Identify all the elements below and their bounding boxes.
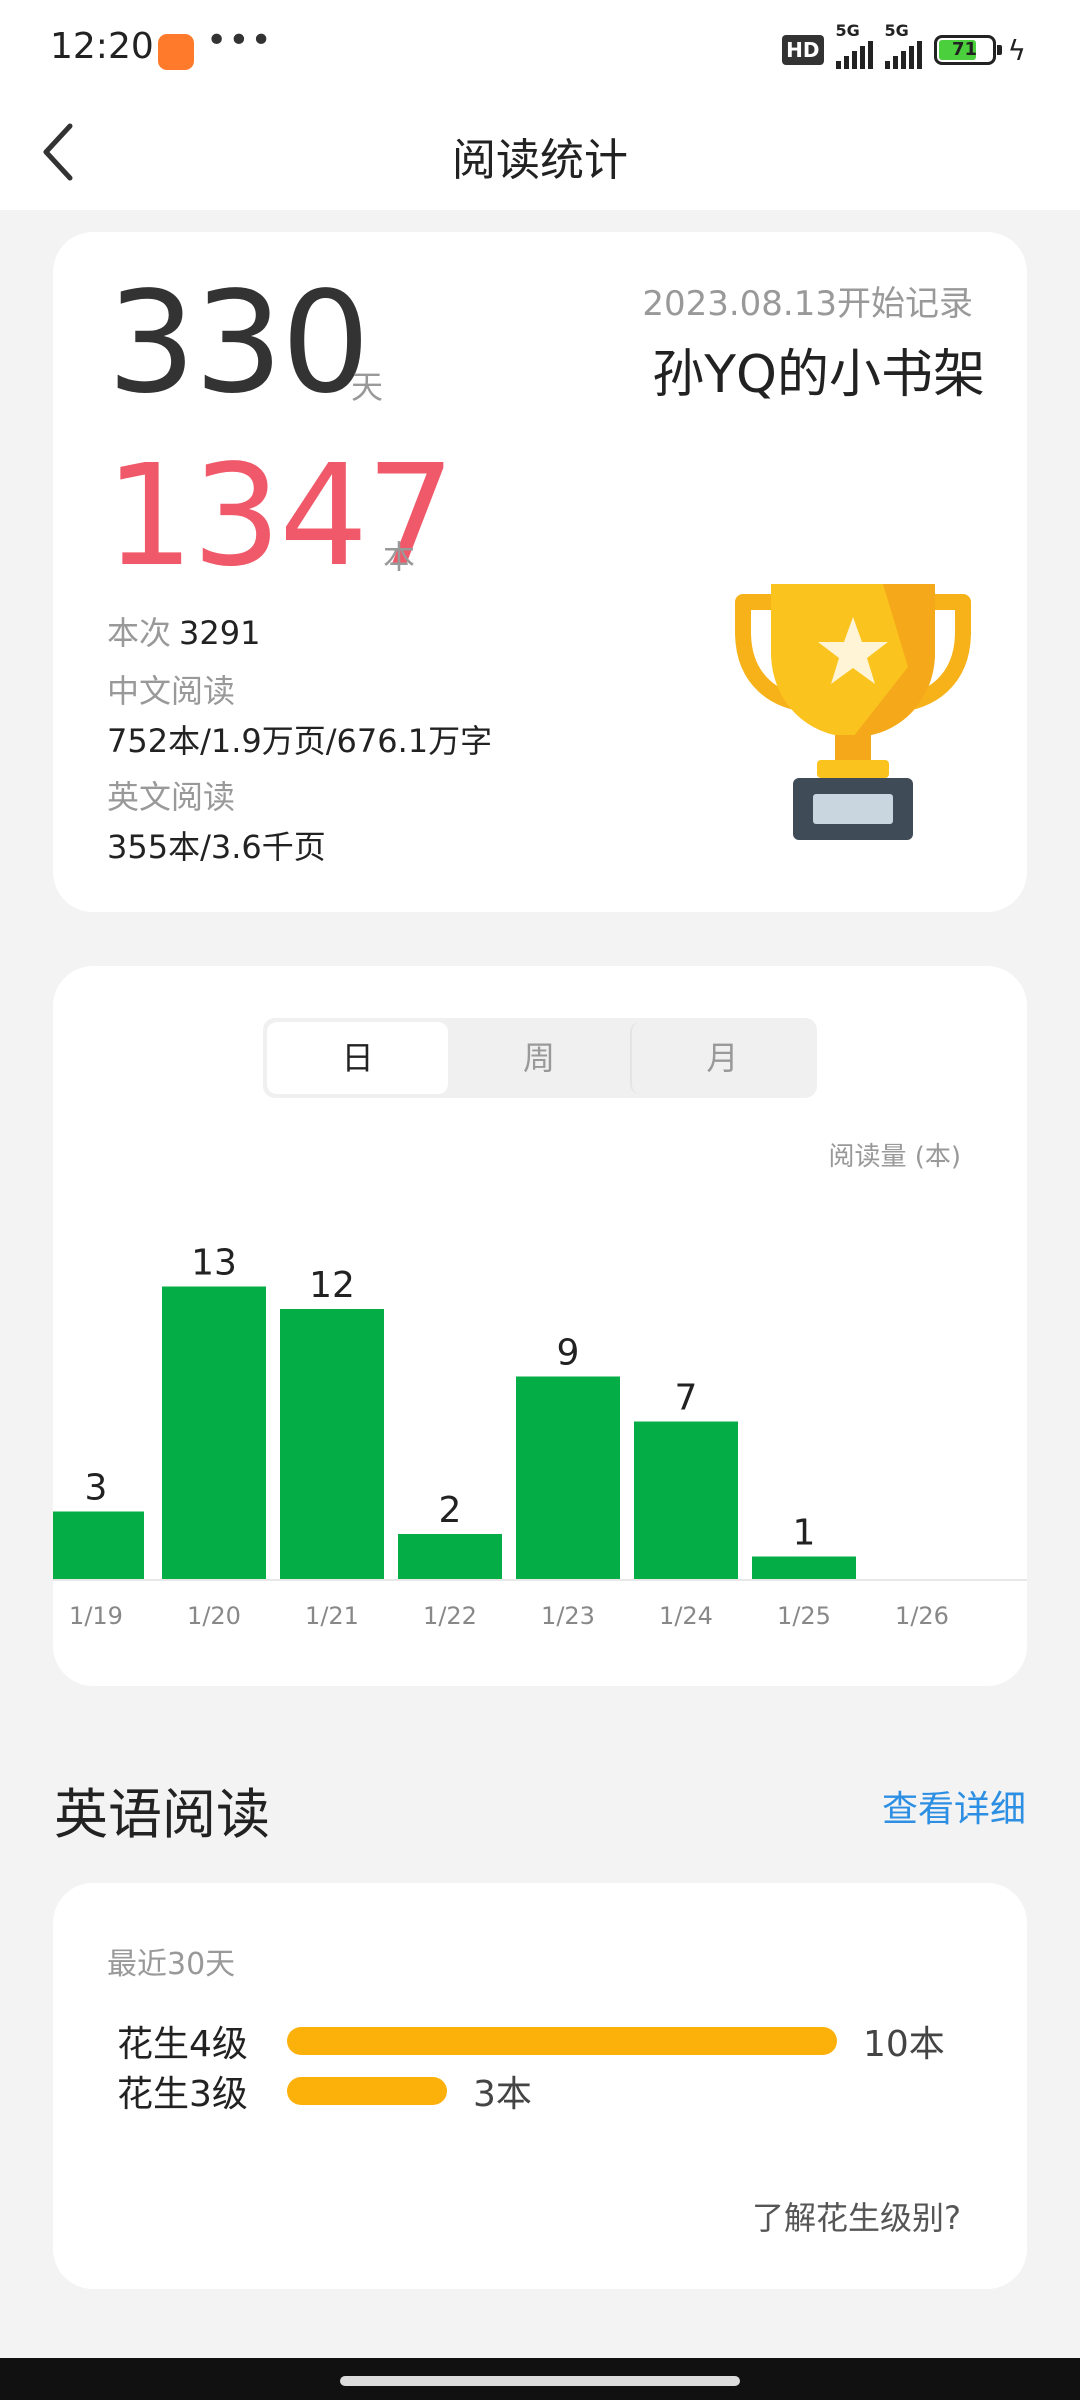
- bar-value-label: 3: [85, 1468, 108, 1509]
- x-tick-label: 1/25: [777, 1602, 831, 1630]
- page-title: 阅读统计: [452, 135, 628, 186]
- reading-chart-card: 日 周 月 阅读量 (本) 3 1/19 13 1/20 12 1/21 2 1/22 9 1/2…: [53, 966, 1027, 1686]
- more-notifications-icon: •••: [206, 20, 273, 61]
- bar-1/20: [162, 1286, 266, 1579]
- bar-value-label: 2: [439, 1490, 462, 1531]
- signal-icon-2: 5G: [884, 21, 922, 69]
- bar-1/21: [280, 1309, 384, 1579]
- status-bar: 12:20 ••• HD 5G 5G 71 ϟ: [0, 0, 1080, 100]
- hd-icon: HD: [782, 35, 824, 65]
- level-row: 花生4级 10本: [117, 2019, 945, 2065]
- x-tick-label: 1/19: [69, 1602, 123, 1630]
- english-reading-value: 355本/3.6千页: [107, 828, 326, 866]
- level-row: 花生3级 3本: [117, 2069, 532, 2115]
- english-reading-title: 英语阅读: [54, 1783, 270, 1846]
- bar-1/24: [634, 1421, 738, 1579]
- level-name: 花生3级: [117, 2074, 248, 2115]
- level-count: 10本: [863, 2024, 945, 2065]
- peanut-levels-help-link[interactable]: 了解花生级别?: [752, 2193, 961, 2239]
- level-progress-bar: [287, 2077, 447, 2105]
- times-value: 3291: [179, 614, 261, 652]
- home-indicator[interactable]: [340, 2376, 740, 2386]
- bar-value-label: 9: [557, 1333, 580, 1374]
- bar-value-label: 1: [793, 1513, 816, 1554]
- x-tick-label: 1/26: [895, 1602, 949, 1630]
- start-date: 2023.08.13开始记录: [642, 284, 973, 324]
- nav-bar: 阅读统计: [0, 100, 1080, 210]
- daily-reading-bar-chart: 3 1/19 13 1/20 12 1/21 2 1/22 9 1/23 7 1/24 1 1/25 1/2…: [53, 1243, 1027, 1630]
- signal-icon-1: 5G: [835, 21, 873, 69]
- times-stat: 本次 3291: [107, 608, 260, 654]
- summary-card: 330 天 2023.08.13开始记录 孙YQ的小书架 1347 本 本次 32…: [53, 232, 1027, 912]
- x-tick-label: 1/21: [305, 1602, 359, 1630]
- english-levels-card: 最近30天 花生4级 10本 花生3级 3本 了解花生级别?: [53, 1883, 1027, 2289]
- status-time: 12:20: [50, 26, 154, 67]
- battery-icon: 71: [933, 35, 1002, 65]
- reading-days-count: 330: [107, 262, 370, 425]
- bar-value-label: 13: [191, 1243, 237, 1284]
- x-tick-label: 1/24: [659, 1602, 713, 1630]
- level-progress-bar: [287, 2027, 837, 2055]
- charging-icon: ϟ: [1007, 33, 1026, 67]
- bar-value-label: 12: [309, 1265, 355, 1306]
- bar-1/22: [398, 1534, 502, 1579]
- bookshelf-name: 孙YQ的小书架: [652, 345, 985, 405]
- recent-period-label: 最近30天: [107, 1947, 236, 1982]
- level-name: 花生4级: [117, 2024, 248, 2065]
- trophy-icon: [735, 584, 971, 840]
- status-icons: HD 5G 5G 71 ϟ: [782, 21, 1026, 70]
- times-label: 本次: [107, 614, 172, 652]
- bar-1/19: [53, 1511, 144, 1579]
- bar-value-label: 7: [675, 1378, 698, 1419]
- app-notification-icon: [158, 34, 194, 70]
- x-tick-label: 1/23: [541, 1602, 595, 1630]
- bar-1/25: [752, 1556, 856, 1579]
- books-unit: 本: [383, 538, 416, 576]
- level-count: 3本: [473, 2074, 532, 2115]
- bar-1/23: [516, 1376, 620, 1579]
- english-reading-label: 英文阅读: [107, 778, 236, 816]
- chinese-reading-label: 中文阅读: [107, 672, 236, 710]
- chinese-reading-value: 752本/1.9万页/676.1万字: [107, 722, 493, 760]
- x-tick-label: 1/20: [187, 1602, 241, 1630]
- x-tick-label: 1/22: [423, 1602, 477, 1630]
- view-details-link[interactable]: 查看详细: [882, 1780, 1026, 1832]
- days-unit: 天: [351, 368, 384, 406]
